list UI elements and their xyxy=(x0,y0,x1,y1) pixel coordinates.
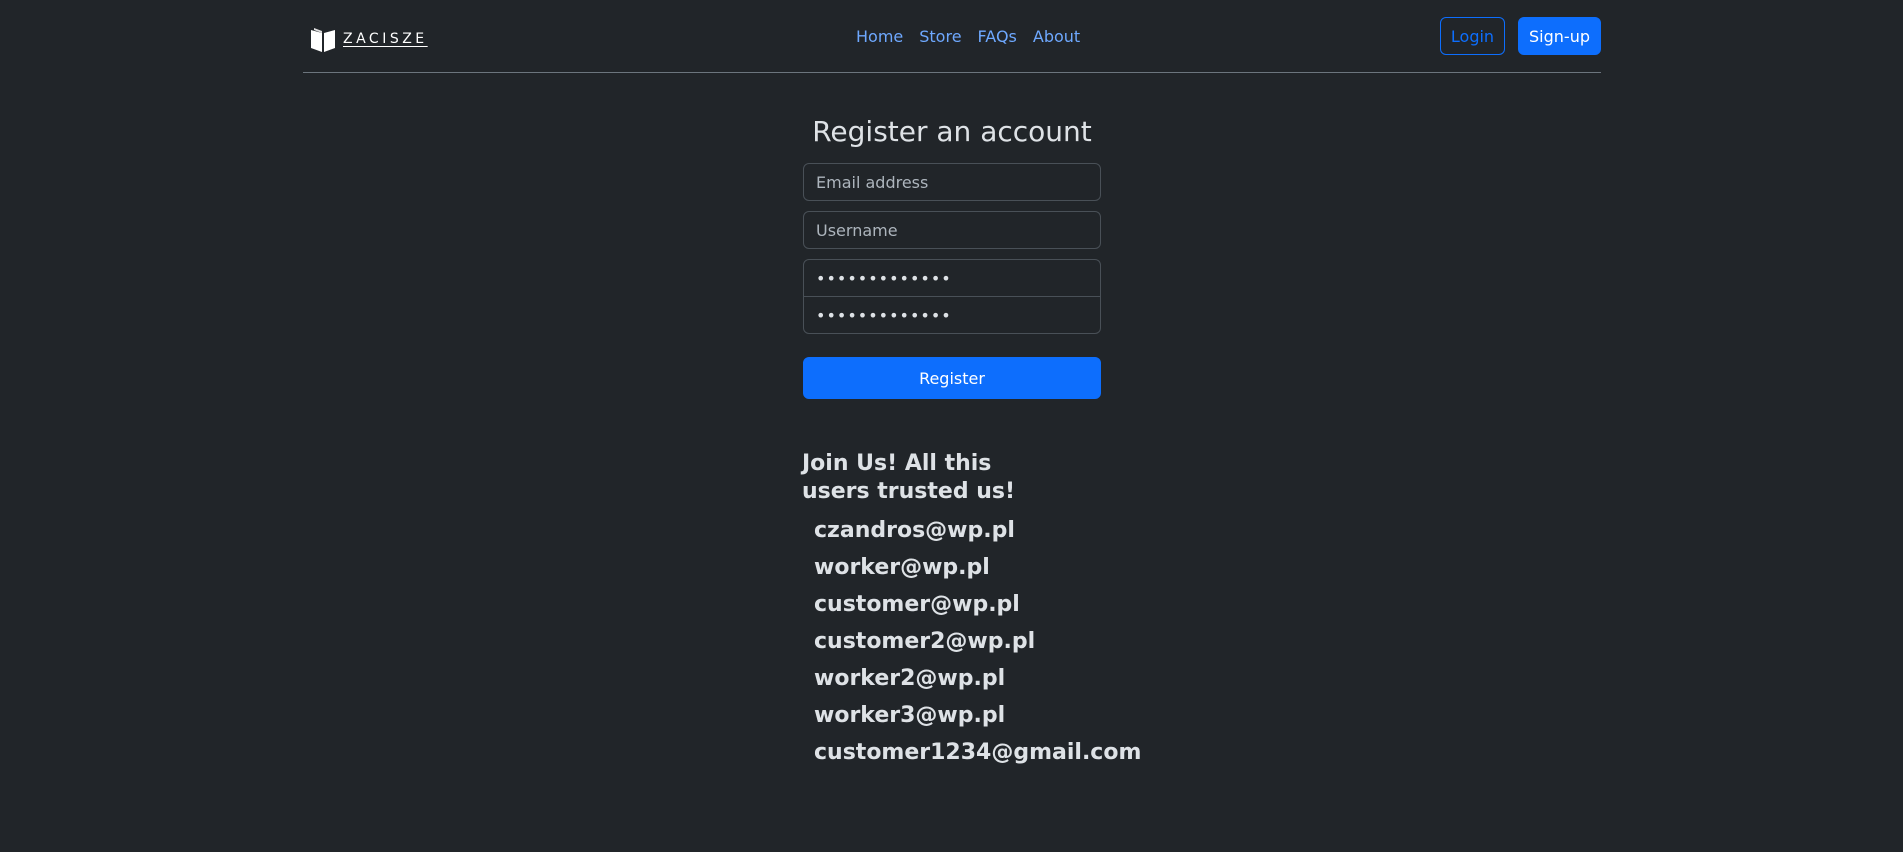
main-nav: Home Store FAQs About xyxy=(848,24,1088,50)
nav-store[interactable]: Store xyxy=(911,24,969,50)
register-button[interactable]: Register xyxy=(803,357,1101,399)
list-item: czandros@wp.pl xyxy=(814,518,1015,543)
list-item: worker3@wp.pl xyxy=(814,703,1006,728)
password-field[interactable] xyxy=(803,259,1101,297)
list-item: customer1234@gmail.com xyxy=(814,740,1142,765)
site-header: ZACISZE Home Store FAQs About Login Sign… xyxy=(303,0,1601,73)
list-item: worker@wp.pl xyxy=(814,555,990,580)
signup-button[interactable]: Sign-up xyxy=(1518,17,1601,55)
list-item: customer@wp.pl xyxy=(814,592,1020,617)
nav-about[interactable]: About xyxy=(1025,24,1088,50)
register-form: Register an account Register xyxy=(803,110,1101,399)
trusted-users-title: Join Us! All this users trusted us! xyxy=(802,451,1016,504)
username-field[interactable] xyxy=(803,211,1101,249)
nav-faqs[interactable]: FAQs xyxy=(970,24,1025,50)
nav-home[interactable]: Home xyxy=(848,24,911,50)
brand-name: ZACISZE xyxy=(343,31,428,47)
page-title: Register an account xyxy=(812,115,1092,148)
list-item: worker2@wp.pl xyxy=(814,666,1006,691)
login-button[interactable]: Login xyxy=(1440,17,1505,55)
trusted-users-section: Join Us! All this users trusted us! czan… xyxy=(802,450,1142,771)
open-book-icon xyxy=(311,28,335,52)
trusted-users-list: czandros@wp.pl worker@wp.pl customer@wp.… xyxy=(802,512,1142,771)
confirm-password-field[interactable] xyxy=(803,296,1101,334)
brand-logo[interactable]: ZACISZE xyxy=(309,24,428,54)
email-field[interactable] xyxy=(803,163,1101,201)
list-item: customer2@wp.pl xyxy=(814,629,1036,654)
